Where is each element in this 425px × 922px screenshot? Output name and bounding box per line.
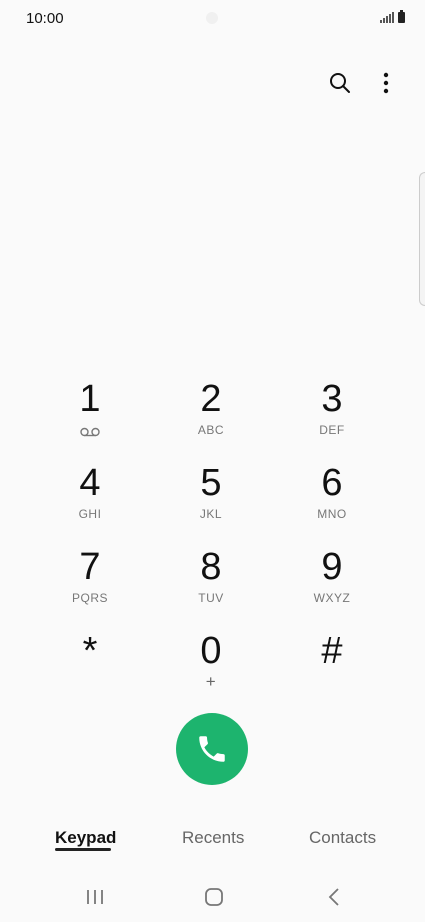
- more-vertical-icon[interactable]: [373, 70, 399, 96]
- recent-apps-icon[interactable]: [81, 884, 109, 910]
- key-letters: MNO: [317, 507, 347, 521]
- edge-panel-handle[interactable]: [419, 172, 425, 306]
- key-9[interactable]: 9 WXYZ: [272, 546, 392, 630]
- keypad-row: * 0 + #: [30, 630, 392, 714]
- bottom-tabs: Keypad Recents Contacts: [0, 820, 425, 860]
- back-icon[interactable]: [320, 884, 348, 910]
- key-letters: DEF: [319, 423, 345, 437]
- navigation-bar: [0, 872, 425, 922]
- active-tab-indicator: [55, 848, 111, 851]
- battery-icon: [398, 10, 405, 23]
- key-6[interactable]: 6 MNO: [272, 462, 392, 546]
- key-digit: 8: [200, 546, 222, 588]
- key-digit: #: [321, 630, 343, 672]
- key-digit: 7: [79, 546, 101, 588]
- key-7[interactable]: 7 PQRS: [30, 546, 150, 630]
- phone-icon: [199, 736, 225, 762]
- key-digit: 0: [200, 630, 222, 672]
- status-icons: [380, 10, 405, 23]
- signal-icon: [380, 12, 394, 23]
- voicemail-icon: [80, 424, 100, 440]
- dial-keypad: 1 2 ABC 3 DEF 4 GHI 5 JKL 6 MNO 7 PQRS 8…: [30, 378, 392, 714]
- key-plus: +: [205, 672, 217, 691]
- key-letters: GHI: [78, 507, 102, 521]
- key-letters: WXYZ: [313, 591, 351, 605]
- key-digit: 2: [200, 378, 222, 420]
- status-time: 10:00: [26, 10, 64, 27]
- keypad-row: 1 2 ABC 3 DEF: [30, 378, 392, 462]
- tab-recents[interactable]: Recents: [182, 828, 244, 848]
- key-4[interactable]: 4 GHI: [30, 462, 150, 546]
- key-8[interactable]: 8 TUV: [151, 546, 271, 630]
- key-digit: *: [82, 630, 98, 672]
- key-letters: PQRS: [71, 591, 108, 605]
- key-letters: TUV: [198, 591, 224, 605]
- key-letters: ABC: [197, 423, 225, 437]
- status-bar: 10:00: [0, 0, 425, 38]
- key-5[interactable]: 5 JKL: [151, 462, 271, 546]
- keypad-row: 7 PQRS 8 TUV 9 WXYZ: [30, 546, 392, 630]
- search-icon[interactable]: [327, 70, 353, 96]
- top-actions: [327, 70, 399, 96]
- tab-contacts[interactable]: Contacts: [309, 828, 376, 848]
- home-icon[interactable]: [200, 884, 228, 910]
- key-digit: 6: [321, 462, 343, 504]
- key-digit: 5: [200, 462, 222, 504]
- keypad-row: 4 GHI 5 JKL 6 MNO: [30, 462, 392, 546]
- front-camera: [206, 12, 218, 24]
- key-letters: JKL: [199, 507, 223, 521]
- key-1[interactable]: 1: [30, 378, 150, 462]
- call-button[interactable]: [176, 713, 248, 785]
- key-star[interactable]: *: [30, 630, 150, 714]
- key-hash[interactable]: #: [272, 630, 392, 714]
- key-digit: 1: [79, 378, 101, 420]
- key-0[interactable]: 0 +: [151, 630, 271, 714]
- key-digit: 3: [321, 378, 343, 420]
- key-2[interactable]: 2 ABC: [151, 378, 271, 462]
- key-3[interactable]: 3 DEF: [272, 378, 392, 462]
- tab-keypad[interactable]: Keypad: [55, 828, 116, 848]
- key-digit: 4: [79, 462, 101, 504]
- key-digit: 9: [321, 546, 343, 588]
